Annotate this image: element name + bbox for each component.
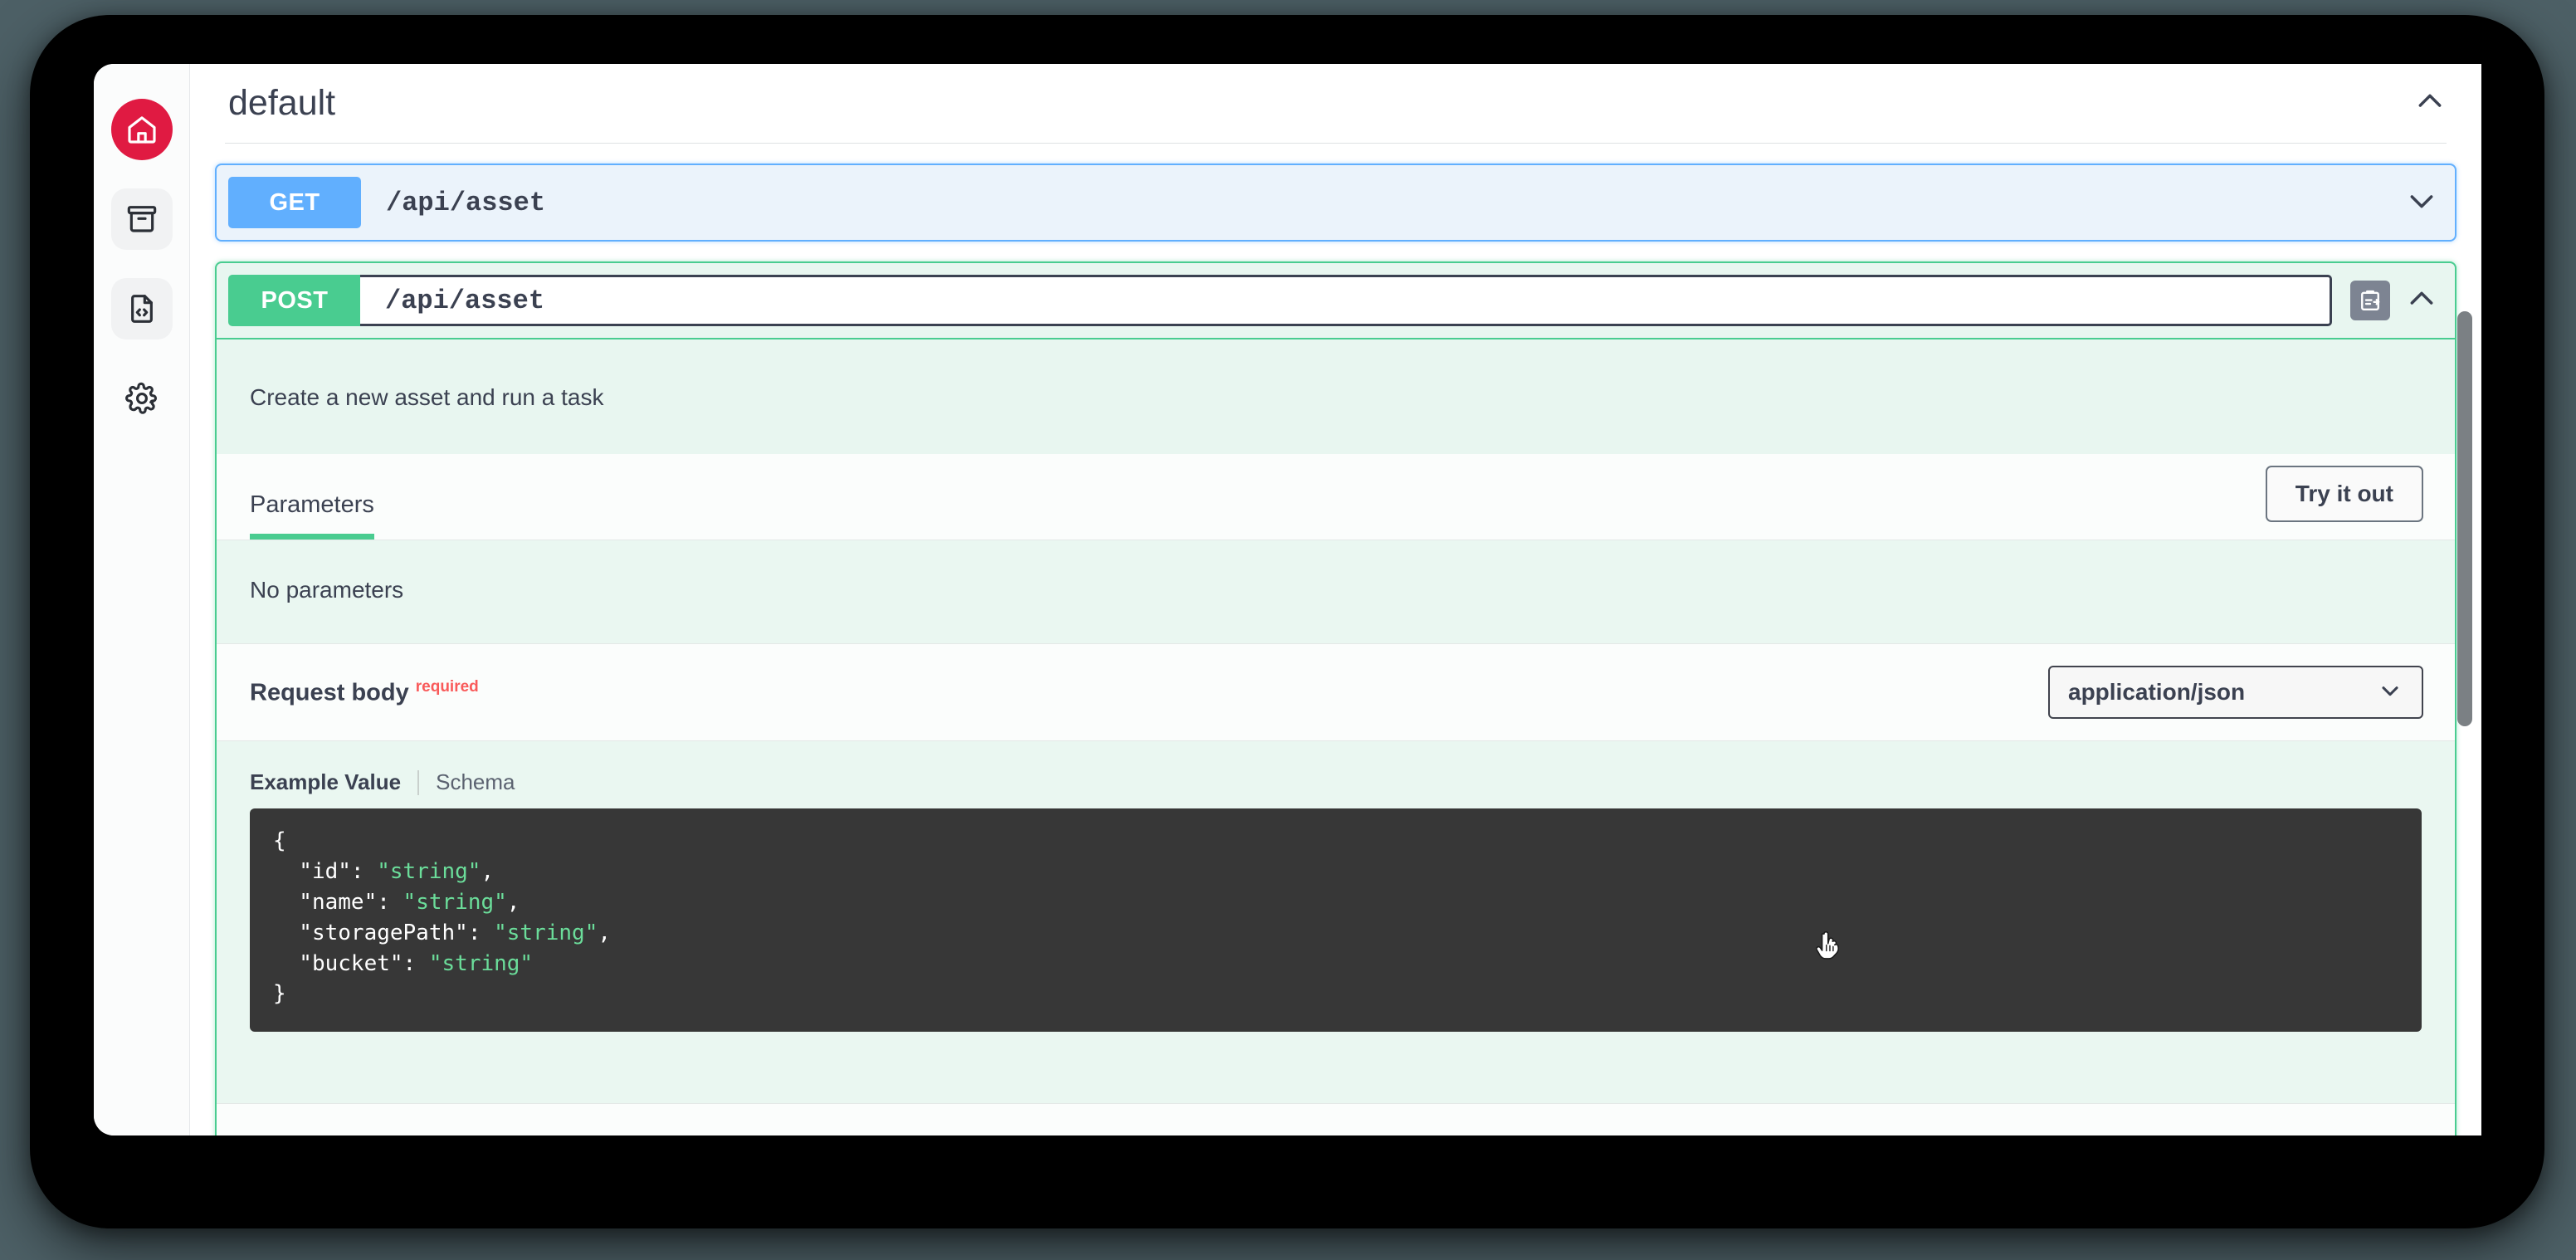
sidebar-item-api-docs[interactable] bbox=[110, 278, 173, 339]
chevron-down-icon[interactable] bbox=[2405, 184, 2438, 222]
operation-actions bbox=[2332, 281, 2443, 320]
sidebar-item-settings[interactable] bbox=[111, 368, 173, 429]
chevron-up-icon[interactable] bbox=[2413, 85, 2447, 122]
gear-icon bbox=[124, 381, 159, 416]
sidebar-item-home[interactable] bbox=[110, 99, 173, 160]
operation-path: /api/asset bbox=[386, 187, 546, 218]
archive-icon bbox=[125, 203, 159, 236]
sidebar-item-archive[interactable] bbox=[110, 188, 173, 250]
operation-header[interactable]: POST /api/asset bbox=[217, 263, 2455, 339]
operation-path-wrap: /api/asset bbox=[361, 177, 2387, 228]
content-type-select[interactable]: application/json bbox=[2048, 666, 2423, 719]
content-type-value: application/json bbox=[2068, 679, 2246, 705]
operation-body: Create a new asset and run a task Parame… bbox=[217, 339, 2455, 1135]
operation-get-api-asset[interactable]: GET /api/asset bbox=[215, 164, 2456, 242]
request-body-title: Request body bbox=[250, 679, 409, 706]
operation-post-api-asset[interactable]: POST /api/asset Create a new asset and r… bbox=[215, 261, 2456, 1135]
request-body-label: Request body required bbox=[250, 678, 479, 707]
responses-label: Responses bbox=[217, 1103, 2455, 1135]
tab-parameters[interactable]: Parameters bbox=[250, 491, 374, 540]
example-value-area: Example Value Schema { "id": "string", "… bbox=[217, 741, 2455, 1104]
operation-path: /api/asset bbox=[385, 285, 545, 316]
http-method-badge: POST bbox=[228, 275, 361, 326]
main-content: default GET /api/asset POST /api/asset C… bbox=[190, 64, 2481, 1135]
tab-schema[interactable]: Schema bbox=[419, 769, 531, 795]
request-body-row: Request body required application/json bbox=[217, 643, 2455, 741]
try-it-out-button[interactable]: Try it out bbox=[2265, 465, 2423, 522]
app-window: default GET /api/asset POST /api/asset C… bbox=[94, 64, 2481, 1135]
sidebar bbox=[94, 64, 190, 1135]
no-parameters-text: No parameters bbox=[217, 540, 2455, 643]
parameters-tab-row: Parameters Try it out bbox=[217, 454, 2455, 540]
http-method-badge: GET bbox=[228, 177, 361, 228]
tab-example-value[interactable]: Example Value bbox=[250, 769, 417, 795]
example-value-code[interactable]: { "id": "string", "name": "string", "sto… bbox=[250, 808, 2422, 1033]
page-title: default bbox=[228, 83, 336, 123]
scrollbar-thumb[interactable] bbox=[2457, 311, 2472, 726]
chevron-down-icon bbox=[2377, 677, 2403, 708]
scrollbar-track[interactable] bbox=[2457, 64, 2476, 1135]
example-schema-tabs: Example Value Schema bbox=[250, 769, 2422, 795]
tag-section-header[interactable]: default bbox=[225, 64, 2447, 144]
copy-to-clipboard-icon[interactable] bbox=[2350, 281, 2390, 320]
operation-actions bbox=[2387, 184, 2443, 222]
operation-path-wrap: /api/asset bbox=[360, 275, 2332, 326]
operation-header[interactable]: GET /api/asset bbox=[217, 165, 2455, 240]
file-code-icon bbox=[125, 292, 159, 325]
scroll-area: default GET /api/asset POST /api/asset C… bbox=[190, 64, 2481, 1135]
chevron-up-icon[interactable] bbox=[2405, 282, 2438, 320]
operation-description: Create a new asset and run a task bbox=[250, 384, 604, 410]
required-badge: required bbox=[415, 677, 479, 696]
home-icon bbox=[125, 113, 159, 146]
